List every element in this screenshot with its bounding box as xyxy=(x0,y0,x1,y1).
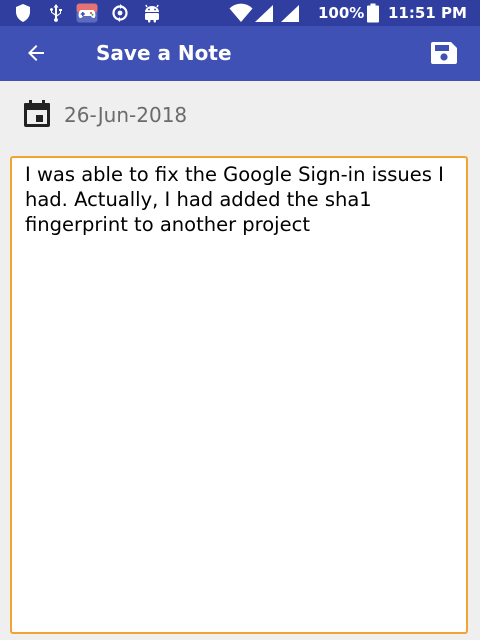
note-date: 26-Jun-2018 xyxy=(64,103,188,127)
page-title: Save a Note xyxy=(96,41,232,65)
battery-icon xyxy=(366,3,380,23)
game-app-icon xyxy=(76,3,98,23)
save-button[interactable] xyxy=(420,33,468,73)
battery-percent: 100% xyxy=(318,4,365,22)
wifi-icon xyxy=(229,3,253,23)
save-floppy-icon xyxy=(431,42,457,64)
android-icon xyxy=(143,3,161,23)
shield-icon xyxy=(14,3,32,23)
app-bar: Save a Note xyxy=(0,26,480,81)
calendar-icon xyxy=(22,99,52,133)
arrow-back-icon xyxy=(28,45,44,61)
back-button[interactable] xyxy=(14,33,58,73)
cell-signal-icon xyxy=(254,3,274,23)
date-row: 26-Jun-2018 xyxy=(0,81,480,147)
sync-icon xyxy=(110,3,130,23)
status-bar: 100% 11:51 PM xyxy=(0,0,480,26)
cell-signal-icon xyxy=(280,3,300,23)
note-text-area[interactable]: I was able to fix the Google Sign-in iss… xyxy=(10,156,468,634)
usb-icon xyxy=(48,3,64,23)
status-clock: 11:51 PM xyxy=(388,4,467,22)
